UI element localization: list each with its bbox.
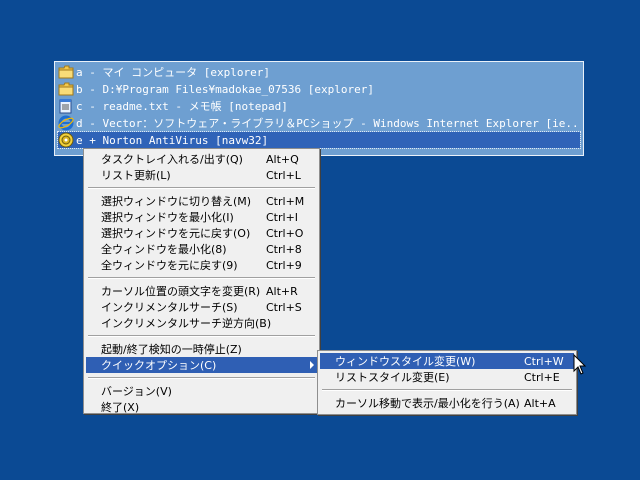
window-list-item[interactable]: c - readme.txt - メモ帳 [notepad] <box>58 98 580 114</box>
menu-item[interactable]: クイックオプション(C) <box>86 357 317 373</box>
menu-item-shortcut: Ctrl+I <box>266 210 299 224</box>
submenu-arrow-icon <box>310 361 314 369</box>
window-list-item[interactable]: d - Vector：ソフトウェア・ライブラリ＆PCショップ - Windows… <box>58 115 580 131</box>
window-title: Vector：ソフトウェア・ライブラリ＆PCショップ - Windows Int… <box>102 117 581 130</box>
menu-item-shortcut: Ctrl+9 <box>266 258 302 272</box>
menu-item-shortcut: Alt+R <box>266 284 298 298</box>
menu-item[interactable]: リスト更新(L) Ctrl+L <box>86 167 317 183</box>
menu-item-label: カーソル位置の頭文字を変更(R) <box>101 285 261 298</box>
menu-item[interactable]: カーソル移動で表示/最小化を行う(A) Alt+A <box>320 395 574 411</box>
mouse-cursor-icon <box>573 354 587 375</box>
menu-item-shortcut: Alt+Q <box>266 152 299 166</box>
menu-separator <box>88 277 315 279</box>
menu-item-shortcut: Ctrl+8 <box>266 242 302 256</box>
menu-item-label: インクリメンタルサーチ(S) <box>101 301 238 314</box>
menu-separator <box>322 389 572 391</box>
menu-item[interactable]: バージョン(V) <box>86 383 317 399</box>
menu-item-label: クイックオプション(C) <box>101 359 217 372</box>
window-list[interactable]: a - マイ コンピュータ [explorer] b - D:¥Program F… <box>54 61 584 156</box>
ie-icon <box>58 115 74 131</box>
norton-icon <box>58 132 74 148</box>
window-key: e <box>76 133 83 147</box>
menu-item[interactable]: リストスタイル変更(E) Ctrl+E <box>320 369 574 385</box>
quick-option-submenu: ウィンドウスタイル変更(W) Ctrl+W リストスタイル変更(E) Ctrl+E カー… <box>317 350 577 415</box>
menu-separator <box>88 335 315 337</box>
menu-item-label: リストスタイル変更(E) <box>335 371 450 384</box>
menu-separator <box>88 187 315 189</box>
window-title: Norton AntiVirus [navw32] <box>102 133 269 147</box>
menu-item[interactable]: タスクトレイ入れる/出す(Q) Alt+Q <box>86 151 317 167</box>
menu-item-label: 全ウィンドウを最小化(8) <box>101 243 227 256</box>
window-separator: + <box>82 133 103 147</box>
window-title: D:¥Program Files¥madokae_07536 [explorer… <box>102 82 375 96</box>
menu-item-shortcut: Ctrl+W <box>524 354 564 368</box>
menu-item-label: カーソル移動で表示/最小化を行う(A) <box>335 397 520 410</box>
window-key: c <box>76 99 83 113</box>
window-separator: - <box>82 82 103 96</box>
window-key: d <box>76 116 83 130</box>
notepad-icon <box>58 98 74 114</box>
menu-item[interactable]: 選択ウィンドウに切り替え(M) Ctrl+M <box>86 193 317 209</box>
folder-icon <box>58 64 74 80</box>
menu-item[interactable]: インクリメンタルサーチ逆方向(B) <box>86 315 317 331</box>
menu-separator <box>88 377 315 379</box>
menu-item-label: リスト更新(L) <box>101 169 171 182</box>
menu-item[interactable]: 全ウィンドウを元に戻す(9) Ctrl+9 <box>86 257 317 273</box>
menu-item-label: バージョン(V) <box>101 385 172 398</box>
window-list-item[interactable]: e + Norton AntiVirus [navw32] <box>57 131 581 149</box>
menu-item[interactable]: カーソル位置の頭文字を変更(R) Alt+R <box>86 283 317 299</box>
menu-item-label: 選択ウィンドウを元に戻す(O) <box>101 227 251 240</box>
menu-item[interactable]: 選択ウィンドウを最小化(I) Ctrl+I <box>86 209 317 225</box>
menu-item-label: 全ウィンドウを元に戻す(9) <box>101 259 238 272</box>
menu-item-shortcut: Ctrl+M <box>266 194 305 208</box>
menu-item-label: タスクトレイ入れる/出す(Q) <box>101 153 243 166</box>
window-separator: - <box>82 116 103 130</box>
menu-item-shortcut: Ctrl+S <box>266 300 302 314</box>
window-key: b <box>76 82 83 96</box>
menu-item[interactable]: インクリメンタルサーチ(S) Ctrl+S <box>86 299 317 315</box>
menu-item[interactable]: 選択ウィンドウを元に戻す(O) Ctrl+O <box>86 225 317 241</box>
window-list-item[interactable]: b - D:¥Program Files¥madokae_07536 [expl… <box>58 81 580 97</box>
window-separator: - <box>82 99 103 113</box>
window-title: readme.txt - メモ帳 [notepad] <box>102 100 288 113</box>
context-menu: タスクトレイ入れる/出す(Q) Alt+Q リスト更新(L) Ctrl+L 選択ウィンド… <box>83 148 320 414</box>
menu-item-shortcut: Ctrl+L <box>266 168 301 182</box>
menu-item[interactable]: 起動/終了検知の一時停止(Z) <box>86 341 317 357</box>
menu-item-label: 選択ウィンドウに切り替え(M) <box>101 195 252 208</box>
menu-item-label: 起動/終了検知の一時停止(Z) <box>101 343 242 356</box>
menu-item-shortcut: Ctrl+O <box>266 226 304 240</box>
menu-item-label: インクリメンタルサーチ逆方向(B) <box>101 317 272 330</box>
window-title: マイ コンピュータ [explorer] <box>102 66 270 79</box>
menu-item-label: 終了(X) <box>101 401 140 414</box>
menu-item-label: 選択ウィンドウを最小化(I) <box>101 211 234 224</box>
folder-icon <box>58 81 74 97</box>
menu-item[interactable]: 終了(X) <box>86 399 317 415</box>
window-key: a <box>76 65 83 79</box>
menu-item-shortcut: Ctrl+E <box>524 370 560 384</box>
window-separator: - <box>82 65 103 79</box>
menu-item-shortcut: Alt+A <box>524 396 556 410</box>
window-list-item[interactable]: a - マイ コンピュータ [explorer] <box>58 64 580 80</box>
menu-item[interactable]: ウィンドウスタイル変更(W) Ctrl+W <box>320 353 574 369</box>
menu-item[interactable]: 全ウィンドウを最小化(8) Ctrl+8 <box>86 241 317 257</box>
menu-item-label: ウィンドウスタイル変更(W) <box>335 355 476 368</box>
